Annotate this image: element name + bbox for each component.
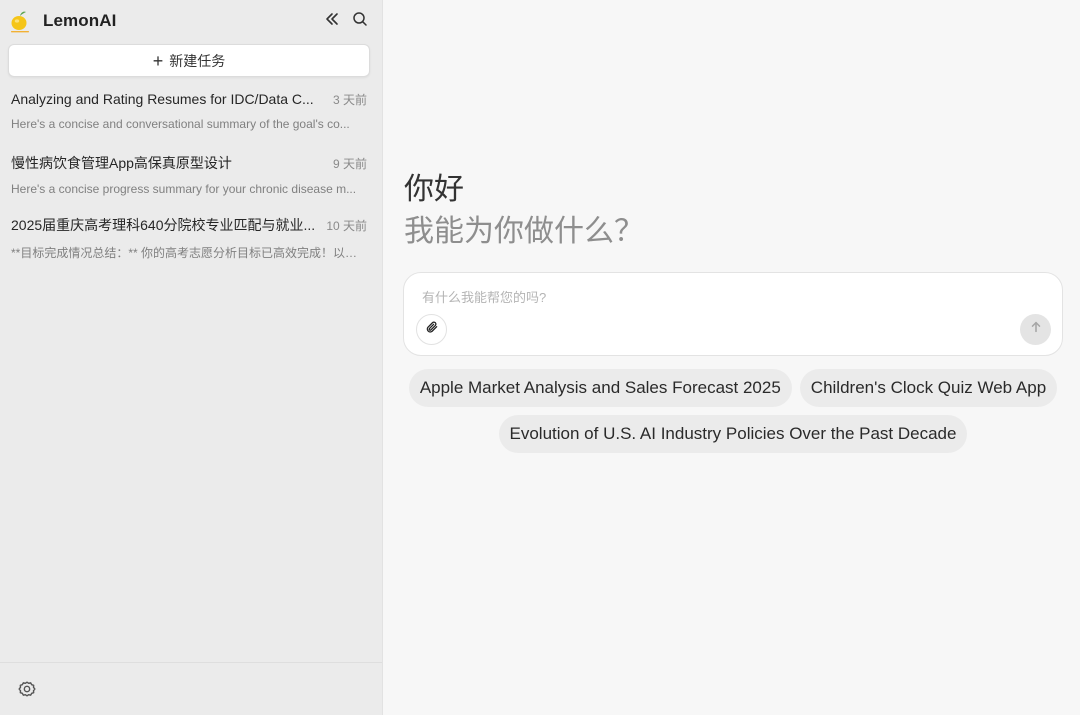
settings-button[interactable] — [17, 679, 37, 699]
task-item[interactable]: Analyzing and Rating Resumes for IDC/Dat… — [0, 91, 382, 153]
task-list: Analyzing and Rating Resumes for IDC/Dat… — [0, 91, 382, 277]
chat-input[interactable] — [422, 287, 1022, 307]
suggestion-chip[interactable]: Apple Market Analysis and Sales Forecast… — [408, 369, 792, 407]
task-item[interactable]: 2025届重庆高考理科640分院校专业匹配与就业... 10 天前 **目标完成… — [0, 215, 382, 277]
main-panel: 你好 我能为你做什么？ Apple Market Analysi — [383, 0, 1080, 715]
gear-icon — [17, 679, 37, 699]
plus-icon: + — [152, 50, 164, 71]
app-name: LemonAI — [43, 11, 117, 30]
double-chevron-left-icon — [324, 11, 340, 32]
task-time: 3 天前 — [332, 93, 367, 107]
task-summary: **目标完成情况总结：** 你的高考志愿分析目标已高效完成！以下... — [11, 246, 367, 260]
greeting-title: 你好 — [404, 172, 464, 207]
suggestion-chips: Apple Market Analysis and Sales Forecast… — [403, 369, 1063, 453]
new-task-label: 新建任务 — [169, 52, 226, 69]
task-summary: Here's a concise progress summary for yo… — [11, 182, 357, 196]
suggestion-chip[interactable]: Children's Clock Quiz Web App — [799, 369, 1058, 407]
task-title: Analyzing and Rating Resumes for IDC/Dat… — [11, 91, 314, 107]
search-button[interactable] — [348, 9, 372, 33]
collapse-sidebar-button[interactable] — [320, 9, 344, 33]
task-time: 10 天前 — [326, 219, 367, 233]
task-summary: Here's a concise and conversational summ… — [11, 117, 350, 131]
app-window: LemonAI + 新建任务 Analyzing and Rating Resu… — [0, 0, 1080, 715]
sidebar-footer — [0, 662, 382, 715]
search-icon — [352, 11, 368, 32]
arrow-up-icon — [1029, 320, 1043, 339]
task-time: 9 天前 — [332, 157, 367, 171]
greeting-question: 我能为你做什么？ — [404, 214, 644, 249]
sidebar: LemonAI + 新建任务 Analyzing and Rating Resu… — [0, 0, 383, 715]
task-item[interactable]: 慢性病饮食管理App高保真原型设计 9 天前 Here's a concise … — [0, 153, 382, 215]
sidebar-header: LemonAI — [0, 0, 382, 42]
lemon-logo-icon — [8, 8, 34, 34]
attach-button[interactable] — [416, 314, 447, 345]
suggestion-chip[interactable]: Evolution of U.S. AI Industry Policies O… — [498, 415, 968, 453]
chat-composer — [403, 272, 1063, 356]
send-button[interactable] — [1020, 314, 1051, 345]
task-title: 2025届重庆高考理科640分院校专业匹配与就业... — [11, 217, 316, 233]
paperclip-icon — [425, 320, 439, 339]
new-task-button[interactable]: + 新建任务 — [8, 44, 370, 77]
task-title: 慢性病饮食管理App高保真原型设计 — [11, 155, 232, 171]
